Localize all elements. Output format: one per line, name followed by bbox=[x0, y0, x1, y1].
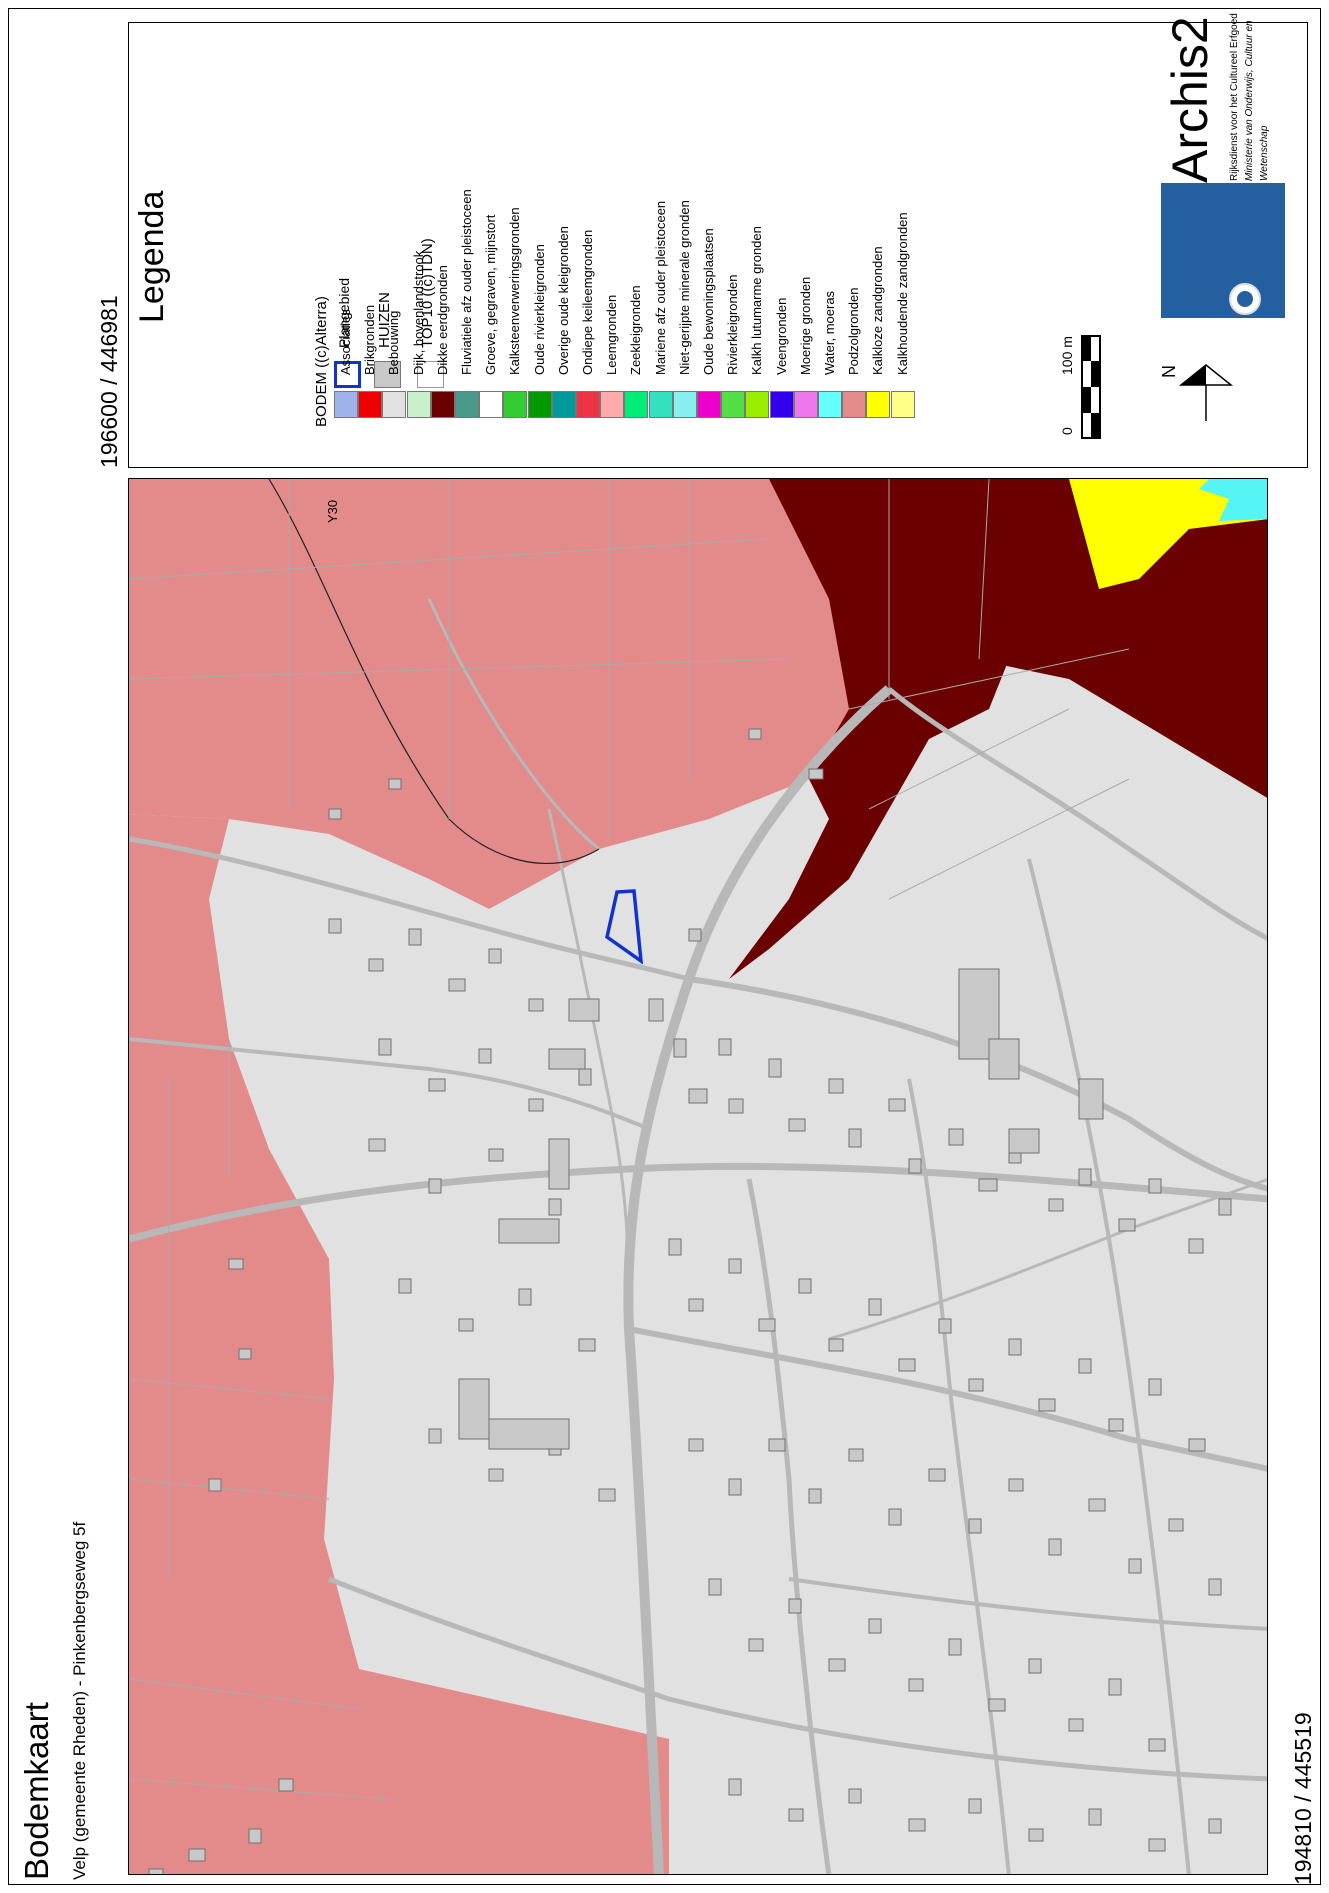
soil-label: Associaties bbox=[338, 309, 353, 375]
coat-of-arms-icon bbox=[1229, 283, 1261, 315]
soil-label: Dikke eerdgronden bbox=[435, 265, 450, 375]
soil-swatch bbox=[407, 391, 431, 418]
soil-swatch bbox=[891, 391, 915, 418]
soil-swatch bbox=[697, 391, 721, 418]
soil-label: Moerige gronden bbox=[798, 276, 813, 375]
coordinate-bottom-left: 194810 / 445519 bbox=[1290, 1712, 1316, 1885]
soil-label: Water, moeras bbox=[822, 290, 837, 375]
soil-label: Kalkloze zandgronden bbox=[870, 246, 885, 375]
soil-swatch bbox=[431, 391, 455, 418]
soil-swatch bbox=[770, 391, 794, 418]
scale-end: 100 m bbox=[1059, 336, 1075, 375]
soil-swatch bbox=[503, 391, 527, 418]
soil-swatch bbox=[842, 391, 866, 418]
soil-label: Overige oude kleigronden bbox=[556, 226, 571, 375]
soil-label: Rivierkleigronden bbox=[725, 274, 740, 375]
legend-heading: Legenda bbox=[133, 190, 171, 323]
soil-label: Veengronden bbox=[774, 297, 789, 375]
north-label: N bbox=[1159, 365, 1179, 378]
soil-label: Bebouwing bbox=[386, 310, 401, 375]
soil-swatch bbox=[382, 391, 406, 418]
soil-swatch bbox=[673, 391, 697, 418]
soil-label: Kalkhoudende zandgronden bbox=[895, 212, 910, 375]
org-line3: Wetenschap bbox=[1259, 125, 1270, 181]
soil-swatch bbox=[479, 391, 503, 418]
soil-label: Kalksteenverweringsgronden bbox=[507, 207, 522, 375]
org-line1: Rijksdienst voor het Cultureel Erfgoed bbox=[1229, 13, 1240, 181]
soil-label: Oude rivierkleigronden bbox=[532, 244, 547, 375]
soil-swatch bbox=[721, 391, 745, 418]
soil-swatch bbox=[818, 391, 842, 418]
legend-panel: Legenda Plangebied HUIZEN TOP10 ((c)TDN) B… bbox=[128, 13, 1308, 468]
soil-swatch bbox=[358, 391, 382, 418]
soil-label: Groeve, gegraven, mijnstort bbox=[483, 214, 498, 375]
soil-swatch bbox=[866, 391, 890, 418]
soil-label: Mariene afz ouder pleistoceen bbox=[653, 200, 668, 375]
soil-swatch bbox=[455, 391, 479, 418]
soil-swatch bbox=[552, 391, 576, 418]
org-line2: Ministerie van Onderwijs, Cultuur en bbox=[1244, 20, 1255, 181]
map-subtitle: Velp (gemeente Rheden) - Pinkenbergseweg… bbox=[70, 1521, 89, 1880]
soil-label: Ondiepe keileemgronden bbox=[580, 229, 595, 375]
soil-label: Dijk, bovenlandstrook bbox=[411, 250, 426, 375]
soil-heading: BODEM ((c)Alterra) bbox=[313, 296, 330, 427]
soil-label: Leemgronden bbox=[604, 294, 619, 375]
soil-label: Oude bewoningsplaatsen bbox=[701, 228, 716, 375]
map-title: Bodemkaart bbox=[18, 1702, 55, 1880]
soil-swatch bbox=[528, 391, 552, 418]
coordinate-top-right: 196600 / 446981 bbox=[96, 295, 122, 468]
soil-label: Zeekleigronden bbox=[628, 285, 643, 375]
soil-swatch bbox=[600, 391, 624, 418]
north-arrow-icon bbox=[1179, 364, 1234, 421]
archis-logo bbox=[1161, 183, 1285, 318]
scale-bar bbox=[1081, 335, 1101, 439]
soil-label: Brikgronden bbox=[362, 304, 377, 375]
soil-swatch bbox=[745, 391, 769, 418]
map-label-y30: Y30 bbox=[325, 500, 340, 523]
soil-map-canvas: Y30 bbox=[129, 479, 1267, 1874]
soil-label: Niet-gerijpte minerale gronden bbox=[677, 200, 692, 375]
soil-swatch bbox=[576, 391, 600, 418]
soil-swatch bbox=[334, 391, 358, 418]
soil-label: Fluviatiele afz ouder pleistoceen bbox=[459, 189, 474, 375]
soil-label: Kalkh lutumarme gronden bbox=[749, 226, 764, 375]
soil-swatch bbox=[649, 391, 673, 418]
archis-brand: Archis2 bbox=[1162, 16, 1218, 183]
soil-map[interactable]: Y30 bbox=[128, 478, 1268, 1875]
soil-label: Podzolgronden bbox=[846, 287, 861, 375]
soil-swatch bbox=[794, 391, 818, 418]
scale-zero: 0 bbox=[1059, 427, 1075, 435]
soil-swatch bbox=[624, 391, 648, 418]
